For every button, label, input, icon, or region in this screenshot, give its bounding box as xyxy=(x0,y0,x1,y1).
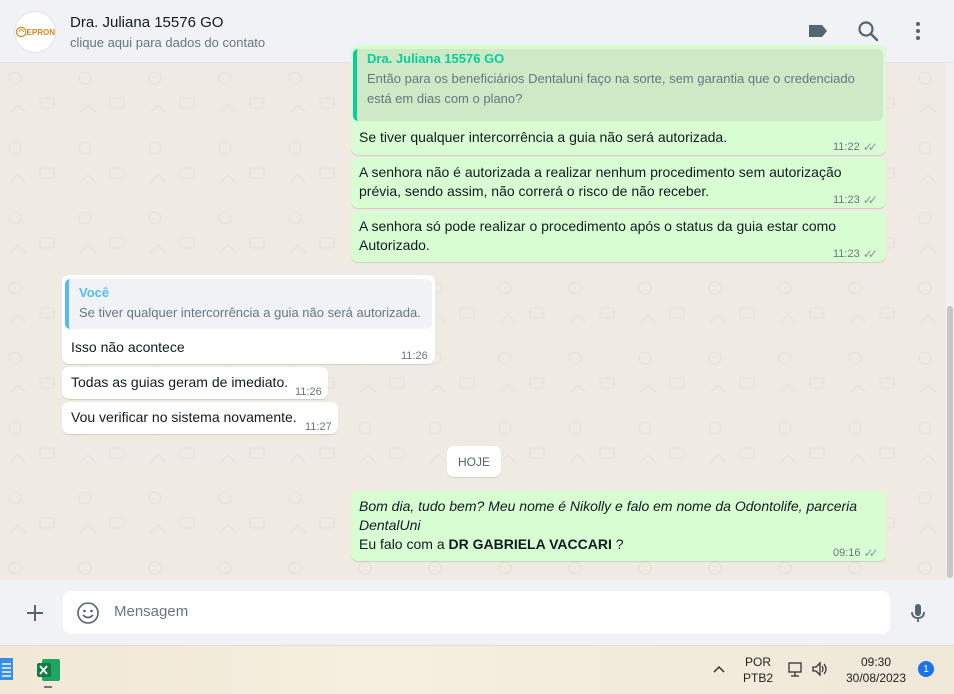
outgoing-message[interactable]: Bom dia, tudo bem? Meu nome é Nikolly e … xyxy=(351,491,886,561)
quoted-message[interactable]: Dra. Juliana 15576 GO Então para os bene… xyxy=(353,49,883,121)
message-meta: 11:22 ✓✓ xyxy=(833,138,878,157)
quoted-message[interactable]: Você Se tiver qualquer intercorrência a … xyxy=(65,279,432,329)
message-meta: 11:23 ✓✓ xyxy=(833,245,878,264)
date-divider: HOJE xyxy=(447,446,501,477)
message-time: 11:26 xyxy=(295,386,322,398)
incoming-message[interactable]: Vou verificar no sistema novamente. 11:2… xyxy=(62,402,338,434)
message-text-suffix: ? xyxy=(611,536,624,552)
clock[interactable]: 09:30 30/08/2023 xyxy=(838,654,914,686)
outgoing-message[interactable]: Dra. Juliana 15576 GO Então para os bene… xyxy=(351,45,886,155)
incoming-message[interactable]: Você Se tiver qualquer intercorrência a … xyxy=(62,275,435,364)
active-app-indicator xyxy=(44,686,52,688)
double-check-icon: ✓✓ xyxy=(862,247,878,261)
message-time: 11:27 xyxy=(305,421,332,433)
outgoing-message[interactable]: A senhora não é autorizada a realizar ne… xyxy=(351,157,886,208)
message-input-placeholder[interactable]: Mensagem xyxy=(114,603,188,620)
message-meta: 09:16 ✓✓ xyxy=(833,544,879,563)
message-text: Se tiver qualquer intercorrência a guia … xyxy=(359,129,728,145)
message-text: Eu falo com a DR GABRIELA VACCARI ? xyxy=(359,535,624,554)
double-check-icon: ✓✓ xyxy=(862,140,878,154)
message-text-prefix: Eu falo com a xyxy=(359,536,449,552)
avatar-logo-text: EPRON xyxy=(26,27,55,37)
quote-text: Então para os beneficiários Dentaluni fa… xyxy=(367,71,855,106)
network-icon[interactable] xyxy=(787,660,805,678)
emoji-icon[interactable] xyxy=(76,601,100,625)
message-text: Isso não acontece xyxy=(71,339,185,355)
double-check-icon: ✓✓ xyxy=(863,546,879,560)
label-icon[interactable] xyxy=(806,19,830,43)
excel-icon[interactable] xyxy=(36,657,62,683)
quote-author: Você xyxy=(79,285,110,300)
message-text: Vou verificar no sistema novamente. xyxy=(71,409,297,425)
quote-author: Dra. Juliana 15576 GO xyxy=(367,51,505,66)
message-time: 11:22 xyxy=(833,141,860,153)
message-text: A senhora só pode realizar o procediment… xyxy=(359,218,837,253)
message-time: 11:26 xyxy=(401,350,428,362)
message-text: A senhora não é autorizada a realizar ne… xyxy=(359,164,842,199)
message-time: 09:16 xyxy=(833,547,861,559)
contact-subtitle[interactable]: clique aqui para dados do contato xyxy=(70,35,265,50)
message-text-bold: DR GABRIELA VACCARI xyxy=(448,536,612,552)
message-time: 11:23 xyxy=(833,248,860,260)
clock-time: 09:30 xyxy=(860,655,892,669)
more-vertical-icon[interactable] xyxy=(906,19,930,43)
scrollbar-thumb[interactable] xyxy=(947,306,953,578)
avatar[interactable]: EPRON xyxy=(14,11,56,53)
language-indicator[interactable]: POR PTB2 xyxy=(742,654,774,686)
message-text-italic: Bom dia, tudo bem? Meu nome é Nikolly e … xyxy=(359,498,858,533)
incoming-message[interactable]: Todas as guias geram de imediato. 11:26 xyxy=(62,367,328,399)
plus-icon[interactable] xyxy=(23,601,47,625)
search-icon[interactable] xyxy=(856,19,880,43)
quote-text: Se tiver qualquer intercorrência a guia … xyxy=(79,305,421,320)
language-bottom: PTB2 xyxy=(742,671,773,685)
chevron-up-icon[interactable] xyxy=(711,661,727,677)
outgoing-message[interactable]: A senhora só pode realizar o procediment… xyxy=(351,211,886,262)
message-text: Todas as guias geram de imediato. xyxy=(71,374,289,390)
microphone-icon[interactable] xyxy=(906,601,930,625)
message-meta: 11:23 ✓✓ xyxy=(833,191,878,210)
contact-name[interactable]: Dra. Juliana 15576 GO xyxy=(70,14,223,31)
language-top: POR xyxy=(744,655,771,669)
clock-date: 30/08/2023 xyxy=(845,671,907,685)
message-time: 11:23 xyxy=(833,194,860,206)
double-check-icon: ✓✓ xyxy=(862,193,878,207)
notification-badge[interactable]: 1 xyxy=(918,661,934,677)
volume-icon[interactable] xyxy=(811,660,829,678)
notepad-icon[interactable] xyxy=(0,656,16,682)
